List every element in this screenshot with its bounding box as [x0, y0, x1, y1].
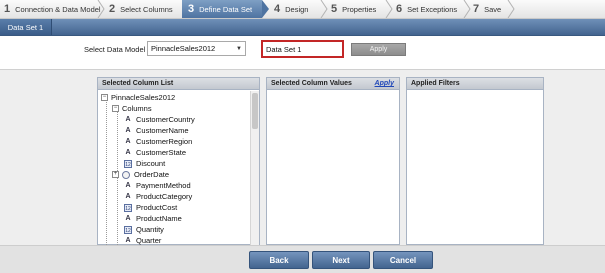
- column-tree: − PinnacleSales2012 − Columns A Customer…: [98, 91, 248, 245]
- step-separator-icon: [320, 0, 328, 18]
- tree-node-label: Columns: [122, 104, 152, 113]
- step-set-exceptions[interactable]: 6 Set Exceptions: [396, 0, 466, 18]
- step-label: Properties: [342, 4, 377, 14]
- step-number: 1: [4, 3, 11, 15]
- dropdown-arrow-icon: ▼: [236, 46, 242, 52]
- tree-item[interactable]: 12 ProductCost: [124, 203, 177, 212]
- tree-item-label: OrderDate: [134, 170, 170, 179]
- expand-icon[interactable]: +: [112, 171, 119, 178]
- tree-item-label: CustomerName: [136, 126, 189, 135]
- panel-header: Selected Column List: [98, 78, 259, 90]
- step-number: 2: [109, 3, 116, 15]
- step-number: 3: [188, 3, 195, 15]
- tree-root-node[interactable]: − PinnacleSales2012: [101, 93, 175, 102]
- text-icon: A: [125, 214, 131, 222]
- tree-item[interactable]: A ProductName: [124, 214, 182, 223]
- wizard-steps: 1 Connection & Data Model 2 Select Colum…: [0, 0, 605, 19]
- select-data-model-label: Select Data Model: [84, 45, 146, 54]
- panel-title: Selected Column List: [102, 80, 174, 87]
- tree-item[interactable]: A CustomerState: [124, 148, 186, 157]
- panel-header: Applied Filters: [407, 78, 543, 90]
- apply-link[interactable]: Apply: [375, 80, 394, 87]
- numeric-icon: 12: [124, 225, 132, 234]
- apply-button[interactable]: Apply: [351, 43, 406, 56]
- step-number: 5: [331, 3, 338, 15]
- text-icon: A: [125, 236, 131, 244]
- data-model-select[interactable]: PinnacleSales2012 ▼: [147, 41, 246, 56]
- tree-group-node[interactable]: − Columns: [112, 104, 152, 113]
- tree-item-label: Discount: [136, 159, 166, 168]
- tree-item-label: CustomerState: [136, 148, 187, 157]
- text-icon: A: [125, 115, 131, 123]
- tree-guide-line: [106, 100, 107, 245]
- cancel-button[interactable]: Cancel: [373, 251, 433, 269]
- step-properties[interactable]: 5 Properties: [331, 0, 387, 18]
- step-label: Design: [285, 4, 309, 14]
- tree-item[interactable]: + OrderDate: [112, 170, 169, 179]
- panel-title: Applied Filters: [411, 80, 460, 87]
- step-label: Set Exceptions: [407, 4, 458, 14]
- tree-item-label: CustomerRegion: [136, 137, 193, 146]
- tree-item[interactable]: A PaymentMethod: [124, 181, 191, 190]
- tree-item-label: Quantity: [136, 225, 164, 234]
- tree-node-label: PinnacleSales2012: [111, 93, 176, 102]
- dataset-name-value: Data Set 1: [266, 44, 302, 54]
- tree-item[interactable]: A ProductCategory: [124, 192, 192, 201]
- step-separator-icon: [385, 0, 393, 18]
- step-label: Select Columns: [120, 4, 173, 14]
- step-connection-data-model[interactable]: 1 Connection & Data Model: [0, 0, 101, 18]
- collapse-icon[interactable]: −: [112, 105, 119, 112]
- step-separator-icon: [97, 0, 105, 18]
- step-separator-icon: [463, 0, 471, 18]
- selected-column-values-panel: Selected Column Values Apply: [266, 77, 400, 245]
- text-icon: A: [125, 137, 131, 145]
- data-model-selected-value: PinnacleSales2012: [151, 44, 216, 53]
- tree-item[interactable]: 12 Quantity: [124, 225, 164, 234]
- text-icon: A: [125, 148, 131, 156]
- step-separator-icon: [507, 0, 515, 18]
- next-button[interactable]: Next: [312, 251, 370, 269]
- tree-item[interactable]: A CustomerCountry: [124, 115, 195, 124]
- selected-column-list-panel: Selected Column List − PinnacleSales2012…: [97, 77, 260, 245]
- step-label: Save: [484, 4, 502, 14]
- step-number: 4: [274, 3, 281, 15]
- numeric-icon: 12: [124, 203, 132, 212]
- tree-item[interactable]: 12 Discount: [124, 159, 165, 168]
- text-icon: A: [125, 181, 131, 189]
- scrollbar-thumb[interactable]: [252, 93, 258, 129]
- wizard-footer: Back Next Cancel: [0, 245, 605, 273]
- text-icon: A: [125, 192, 131, 200]
- tree-item-label: CustomerCountry: [136, 115, 195, 124]
- tree-item[interactable]: A Quarter: [124, 236, 161, 245]
- step-select-columns[interactable]: 2 Select Columns: [109, 0, 177, 18]
- panel-header: Selected Column Values Apply: [267, 78, 399, 90]
- step-separator-icon: [262, 0, 269, 18]
- back-button[interactable]: Back: [249, 251, 309, 269]
- tree-item-label: ProductCost: [136, 203, 178, 212]
- step-number: 6: [396, 3, 403, 15]
- numeric-icon: 12: [124, 159, 132, 168]
- collapse-icon[interactable]: −: [101, 94, 108, 101]
- tab-data-set-1[interactable]: Data Set 1: [0, 19, 52, 35]
- tree-item-label: ProductCategory: [136, 192, 193, 201]
- applied-filters-panel: Applied Filters: [406, 77, 544, 245]
- step-number: 7: [473, 3, 480, 15]
- text-icon: A: [125, 126, 131, 134]
- step-design[interactable]: 4 Design: [274, 0, 322, 18]
- step-label: Connection & Data Model: [15, 4, 101, 14]
- step-label: Define Data Set: [199, 4, 253, 14]
- tree-item-label: ProductName: [136, 214, 182, 223]
- panel-title: Selected Column Values: [271, 80, 352, 87]
- step-define-data-set[interactable]: 3 Define Data Set: [182, 0, 262, 18]
- dataset-name-input[interactable]: Data Set 1: [261, 40, 344, 58]
- tree-item[interactable]: A CustomerName: [124, 126, 189, 135]
- tree-item-label: PaymentMethod: [136, 181, 191, 190]
- column-list-scrollbar[interactable]: [250, 91, 259, 245]
- tree-item-label: Quarter: [136, 236, 162, 245]
- date-icon: [122, 170, 130, 179]
- dataset-tab-bar: Data Set 1: [0, 19, 605, 36]
- tree-item[interactable]: A CustomerRegion: [124, 137, 192, 146]
